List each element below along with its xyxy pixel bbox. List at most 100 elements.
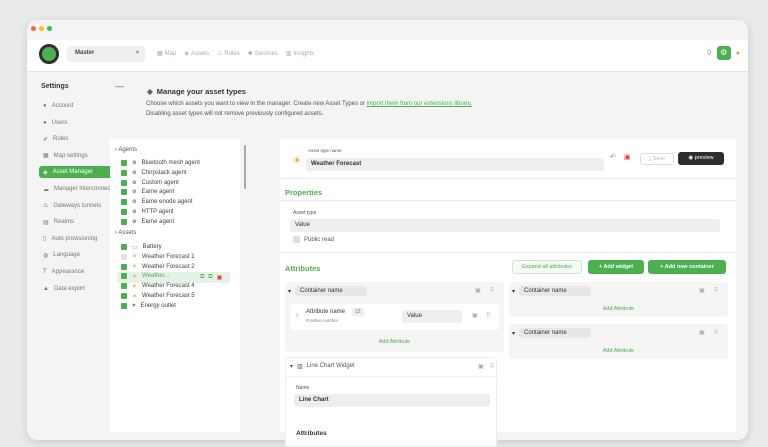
tree-item[interactable]: ✶ Weather Forecast 5 — [121, 292, 195, 300]
checkbox[interactable] — [121, 160, 127, 166]
services-icon: ✱ — [247, 51, 253, 57]
container-name-input[interactable]: Container name — [519, 328, 592, 338]
widget-name-input[interactable]: Line Chart — [294, 394, 490, 407]
sidebar-item-account[interactable]: ● Account — [41, 100, 125, 112]
checkbox[interactable] — [121, 273, 127, 280]
tree-item[interactable]: ⚙ Chirpstack agent — [121, 169, 187, 177]
nav-item-rules[interactable]: ⚠ Rules — [217, 50, 240, 58]
expand-all-button[interactable]: Expand all attributes — [512, 260, 582, 274]
chevron-down-icon[interactable]: ▾ — [288, 288, 291, 295]
container-name-input[interactable]: Container name — [519, 286, 592, 296]
add-widget-button[interactable]: + Add widget — [588, 260, 644, 274]
checkbox[interactable] — [121, 179, 127, 186]
tree-item[interactable]: ⚙ Custom agent — [121, 179, 179, 187]
tree-item[interactable]: ⚙ HTTP agent — [121, 208, 174, 216]
zoom-dot[interactable] — [47, 26, 52, 31]
add-container-button[interactable]: + Add new container — [648, 260, 726, 274]
checkbox[interactable] — [121, 244, 127, 250]
checkbox[interactable] — [121, 199, 127, 206]
extensions-library-link[interactable]: import them from our extensions library. — [367, 101, 472, 107]
nav-item-services[interactable]: ✱ Services — [247, 50, 278, 58]
drag-handle-icon[interactable]: ⠿ — [490, 287, 494, 294]
asset-type-name-input[interactable]: Weather Forecast — [306, 158, 604, 171]
container-name-input[interactable]: Container name — [295, 286, 368, 296]
widget-header: ▾ ▥ Line Chart Widget — [290, 363, 355, 370]
checkbox[interactable] — [121, 293, 127, 299]
trash-icon[interactable]: ▣ — [472, 312, 478, 319]
tree-scrollbar[interactable] — [244, 145, 246, 189]
trash-icon[interactable]: ▣ — [699, 287, 705, 294]
description-text: Choose which assets you want to view in … — [146, 101, 367, 107]
trash-icon[interactable]: ▣ — [475, 287, 481, 294]
tree-item[interactable]: ✶ Weather Forecast 2 — [121, 263, 195, 271]
tree-item[interactable]: ⚙ Earne agent — [121, 188, 174, 196]
checkbox[interactable] — [121, 209, 127, 215]
assets-label: Assets — [118, 230, 137, 236]
app-logo[interactable] — [39, 44, 59, 64]
checkbox[interactable] — [121, 218, 127, 225]
trash-icon[interactable]: ▣ — [699, 329, 705, 336]
realm-selector[interactable]: Master ▾ — [67, 46, 145, 62]
drag-handle-icon[interactable]: ⠿ — [714, 329, 718, 336]
copy-icon[interactable]: ⧉ — [208, 274, 212, 281]
nav-label: Insights — [293, 50, 315, 57]
tree-item[interactable]: ✶ Weather Forecast 4 — [121, 282, 195, 290]
drag-handle-icon[interactable]: ⠿ — [714, 287, 718, 294]
nav-label: Map — [164, 50, 177, 57]
asset-type-field[interactable]: Value — [290, 219, 720, 232]
sidebar-item-label: Gateways tunnels — [53, 202, 102, 209]
nav-item-map[interactable]: ▦ Map — [157, 50, 177, 58]
delete-type-icon[interactable]: ▣ — [624, 153, 631, 161]
minimize-dot[interactable] — [39, 26, 44, 31]
nav-label: Assets — [190, 50, 209, 57]
asset-icon: ✶ — [132, 254, 138, 261]
public-read-checkbox[interactable] — [293, 236, 300, 243]
chevron-right-icon[interactable]: › — [296, 312, 298, 319]
drag-handle-icon[interactable]: ⠿ — [486, 312, 490, 319]
sidebar-item-label: Appearance — [51, 269, 85, 275]
agents-group[interactable]: › Agents — [115, 147, 137, 153]
save-button[interactable]: ⤓ Save — [640, 153, 674, 165]
tree-item[interactable]: ⚙ Bluetooth mesh agent — [121, 159, 200, 167]
tree-item-label: Earne agent — [141, 218, 175, 225]
nav-item-insights[interactable]: ▥ Insights — [286, 50, 315, 58]
search-icon[interactable]: ⚲ — [707, 49, 712, 57]
sidebar-item-label: Manager interconnect — [54, 186, 113, 192]
tree-item[interactable]: ▭ Battery — [121, 243, 162, 251]
chevron-down-icon[interactable]: ▾ — [512, 288, 515, 295]
checkbox[interactable] — [121, 302, 127, 309]
preview-button[interactable]: ◉ preview — [678, 152, 724, 165]
add-attribute-link[interactable]: Add Attribute — [509, 348, 728, 354]
widget-attributes-heading: Attributes — [296, 430, 327, 437]
delete-icon[interactable]: ▣ — [217, 274, 223, 281]
asset-icon: ✶ — [132, 293, 138, 300]
sidebar-item-users[interactable]: ● Users — [41, 117, 125, 129]
collapse-icon[interactable]: — — [115, 81, 124, 91]
tree-item[interactable]: ⚙ Earne agent — [121, 218, 174, 226]
tree-item-label: Battery — [142, 244, 162, 250]
nav-item-assets[interactable]: ◈ Assets — [184, 50, 209, 58]
drag-handle-icon[interactable]: ⠿ — [490, 363, 494, 370]
bell-icon[interactable]: ● — [736, 50, 740, 57]
assets-group[interactable]: › Assets — [115, 230, 136, 236]
tree-item[interactable]: ✶ Weather... — [121, 272, 169, 280]
chevron-down-icon[interactable]: ▾ — [512, 330, 515, 337]
chevron-down-icon[interactable]: ▾ — [290, 363, 293, 370]
settings-button[interactable]: ⚙ — [716, 46, 731, 60]
checkbox[interactable] — [121, 189, 127, 196]
add-attribute-link[interactable]: Add Attribute — [285, 339, 504, 345]
checkbox[interactable] — [121, 169, 127, 176]
tree-item[interactable]: ♥ Energy outlet — [121, 302, 176, 310]
edit-icon[interactable]: ⧉ — [200, 274, 204, 281]
trash-icon[interactable]: ▣ — [478, 363, 484, 370]
attribute-value-input[interactable]: Value — [402, 310, 462, 323]
add-attribute-link[interactable]: Add Attribute — [509, 306, 728, 312]
container-2: ▾ Container name ▣ ⠿ Add Attribute — [509, 282, 728, 317]
undo-icon[interactable]: ↶ — [610, 153, 616, 161]
checkbox[interactable] — [121, 263, 127, 270]
tree-item[interactable]: ⚙ Earne enode agent — [121, 198, 193, 206]
checkbox[interactable] — [121, 283, 127, 290]
checkbox[interactable] — [121, 253, 127, 260]
tree-item[interactable]: ✶ Weather Forecast 1 — [121, 253, 195, 261]
close-dot[interactable] — [31, 26, 36, 31]
